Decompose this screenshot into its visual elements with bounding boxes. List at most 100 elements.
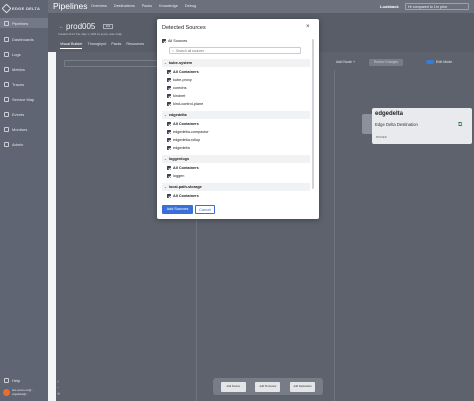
list-item[interactable]: All Containers bbox=[167, 194, 199, 198]
destination-subtitle: Edge Delta Destination bbox=[375, 122, 418, 127]
container-checkbox[interactable] bbox=[167, 194, 171, 198]
cancel-button[interactable]: Cancel bbox=[195, 205, 215, 214]
reset-zoom-icon[interactable]: ⟲ bbox=[57, 392, 60, 396]
add-destination-button[interactable]: Add Destination bbox=[290, 381, 316, 392]
compare-select[interactable]: Hr compared to 1hr prior bbox=[405, 3, 469, 10]
add-processor-button[interactable]: Add Processor bbox=[255, 381, 281, 392]
bottom-action-bar: Add Source Add Processor Add Destination bbox=[213, 378, 323, 395]
list-item[interactable]: kindnet bbox=[167, 94, 185, 98]
pipeline-subtabs: Visual Builder Throughput Packs Resource… bbox=[60, 42, 144, 49]
list-item[interactable]: kube-proxy bbox=[167, 78, 192, 82]
list-item[interactable]: loggen bbox=[167, 174, 184, 178]
container-checkbox[interactable] bbox=[167, 94, 171, 98]
container-label: edgedelta-compactor bbox=[173, 130, 209, 134]
all-containers-label: All Containers bbox=[173, 70, 199, 74]
tab-debug[interactable]: Debug bbox=[185, 4, 196, 8]
source-search[interactable]: ⌕ bbox=[169, 47, 301, 54]
list-item[interactable]: All Containers bbox=[167, 70, 199, 74]
sidebar-item-dashboards[interactable]: Dashboards bbox=[0, 34, 48, 44]
chevron-down-icon: ⌄ bbox=[164, 185, 167, 189]
pipeline-meta: Created 10:11 Tue, May 1, 2024 by ai-pen… bbox=[58, 33, 124, 36]
search-input[interactable] bbox=[176, 48, 287, 53]
node-filter-input[interactable] bbox=[64, 60, 164, 67]
list-item[interactable]: edgedelta bbox=[167, 146, 190, 150]
dashboard-icon bbox=[4, 36, 9, 42]
sidebar-item-events[interactable]: Events bbox=[0, 109, 48, 119]
tab-resources[interactable]: Resources bbox=[126, 42, 144, 49]
logo-text: EDGE DELTA bbox=[12, 5, 41, 11]
destination-status: MISSED bbox=[376, 135, 387, 139]
scrollbar[interactable] bbox=[312, 39, 314, 189]
toggle-switch[interactable] bbox=[426, 60, 434, 64]
list-item[interactable]: kind-control-plane bbox=[167, 102, 203, 106]
all-sources-row[interactable]: All Sources bbox=[162, 39, 187, 43]
sidebar-item-service-map[interactable]: Service Map bbox=[0, 94, 48, 104]
list-item[interactable]: coredns bbox=[167, 86, 187, 90]
detected-sources-modal: Detected Sources × All Sources ⌕ ⌄ kube-… bbox=[157, 19, 319, 219]
edit-badge[interactable]: Edit bbox=[103, 24, 113, 29]
sidebar-item-metrics[interactable]: Metrics bbox=[0, 64, 48, 74]
tab-throughput[interactable]: Throughput bbox=[87, 42, 106, 49]
destination-node[interactable]: edgedelta Edge Delta Destination MISSED … bbox=[362, 108, 472, 144]
container-checkbox[interactable] bbox=[167, 70, 171, 74]
tab-packs[interactable]: Packs bbox=[142, 4, 152, 8]
container-checkbox[interactable] bbox=[167, 102, 171, 106]
container-checkbox[interactable] bbox=[167, 166, 171, 170]
admin-icon bbox=[4, 141, 9, 147]
container-checkbox[interactable] bbox=[167, 146, 171, 150]
edit-mode-toggle[interactable]: Edit Mode bbox=[426, 60, 452, 64]
destination-title: edgedelta bbox=[375, 111, 404, 117]
sidebar-item-admin[interactable]: Admin bbox=[0, 139, 48, 149]
review-changes-button[interactable]: Review Changes bbox=[369, 59, 403, 66]
sidebar-item-monitors[interactable]: Monitors bbox=[0, 124, 48, 134]
container-label: kindnet bbox=[173, 94, 186, 98]
node-handle[interactable] bbox=[362, 114, 372, 134]
chevron-down-icon: ⌄ bbox=[164, 157, 167, 161]
user-email: edgedelta@... bbox=[12, 392, 29, 396]
container-checkbox[interactable] bbox=[167, 122, 171, 126]
zoom-in-icon[interactable]: + bbox=[57, 380, 60, 384]
back-arrow-icon[interactable]: ← bbox=[59, 24, 64, 30]
sidebar-item-logs[interactable]: Logs bbox=[0, 49, 48, 59]
sidebar-item-label: Monitors bbox=[12, 126, 28, 132]
namespace-header[interactable]: ⌄ edgedelta bbox=[162, 111, 310, 119]
namespace-header[interactable]: ⌄ kube-system bbox=[162, 59, 310, 67]
list-item[interactable]: edgedelta-rollup bbox=[167, 138, 200, 142]
destination-type-icon: ⧉ bbox=[458, 122, 463, 128]
sidebar-item-help[interactable]: Help bbox=[0, 375, 48, 385]
sidebar: EDGE DELTA Pipelines Dashboards Logs Met… bbox=[0, 0, 48, 401]
service-map-icon bbox=[4, 96, 9, 102]
sidebar-item-pipelines[interactable]: Pipelines bbox=[0, 18, 48, 28]
container-checkbox[interactable] bbox=[167, 138, 171, 142]
namespace-header[interactable]: ⌄ local-path-storage bbox=[162, 183, 310, 191]
container-label: kube-proxy bbox=[173, 78, 192, 82]
all-containers-label: All Containers bbox=[173, 122, 199, 126]
sidebar-item-label: Admin bbox=[12, 141, 24, 147]
events-icon bbox=[4, 111, 9, 117]
add-sources-button[interactable]: Add Sources bbox=[162, 205, 193, 214]
close-icon[interactable]: × bbox=[306, 24, 310, 30]
tab-visual-builder[interactable]: Visual Builder bbox=[60, 42, 83, 49]
list-item[interactable]: edgedelta-compactor bbox=[167, 130, 209, 134]
container-checkbox[interactable] bbox=[167, 78, 171, 82]
tab-knowledge[interactable]: Knowledge bbox=[159, 4, 178, 8]
container-label: edgedelta bbox=[173, 146, 190, 150]
sidebar-item-label: Service Map bbox=[12, 96, 35, 102]
chevron-down-icon: ⌄ bbox=[164, 113, 167, 117]
list-item[interactable]: All Containers bbox=[167, 122, 199, 126]
container-checkbox[interactable] bbox=[167, 174, 171, 178]
all-sources-checkbox[interactable] bbox=[162, 39, 166, 43]
zoom-out-icon[interactable]: − bbox=[57, 386, 60, 390]
sidebar-item-traces[interactable]: Traces bbox=[0, 79, 48, 89]
tab-destinations[interactable]: Destinations bbox=[114, 4, 135, 8]
add-node-button[interactable]: Add Node + bbox=[336, 60, 355, 64]
namespace-header[interactable]: ⌄ loggenlogs bbox=[162, 155, 310, 163]
add-source-button[interactable]: Add Source bbox=[220, 381, 246, 392]
tab-packs[interactable]: Packs bbox=[111, 42, 121, 49]
tab-overview[interactable]: Overview bbox=[91, 4, 107, 8]
header-tabs: Overview Destinations Packs Knowledge De… bbox=[91, 4, 196, 8]
container-checkbox[interactable] bbox=[167, 86, 171, 90]
list-item[interactable]: All Containers bbox=[167, 166, 199, 170]
container-checkbox[interactable] bbox=[167, 130, 171, 134]
user-profile[interactable]: abe-ooooo+nn@... edgedelta@... bbox=[3, 389, 34, 396]
